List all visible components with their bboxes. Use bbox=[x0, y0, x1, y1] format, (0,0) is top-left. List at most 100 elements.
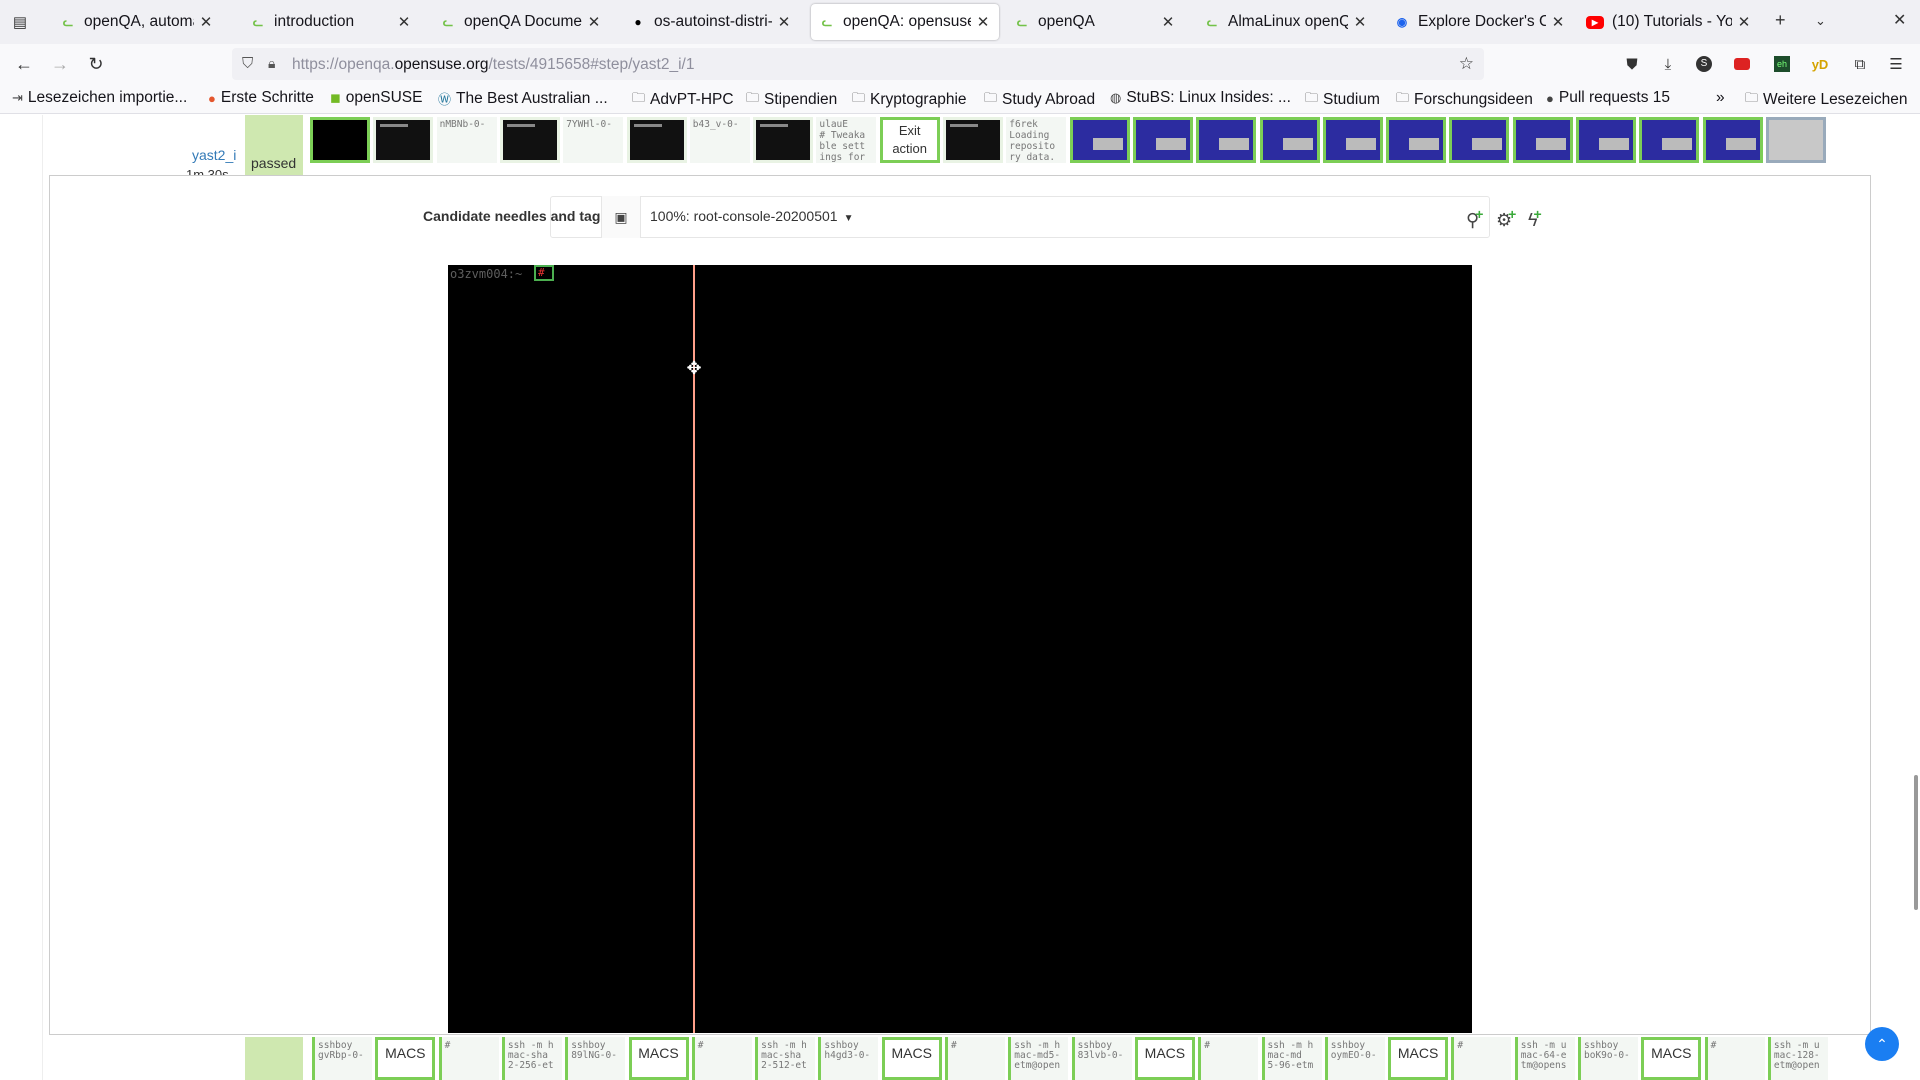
skype-extension-icon[interactable]: S bbox=[1694, 54, 1714, 74]
step-screenshot-thumbnail[interactable] bbox=[1639, 117, 1700, 163]
step-text-thumbnail[interactable]: nMBNb-0- bbox=[436, 117, 497, 163]
step-screenshot-thumbnail[interactable] bbox=[1196, 117, 1257, 163]
browser-tab[interactable]: ● os-autoinst-distri-o ✕ bbox=[622, 4, 800, 40]
bookmark-item[interactable]: ⇥ Lesezeichen importie... bbox=[12, 89, 187, 107]
needle-match-area[interactable]: # bbox=[534, 265, 554, 281]
create-needle-icon[interactable]: ⚲+ bbox=[1466, 206, 1483, 231]
pocket-icon[interactable]: ⛊ bbox=[1622, 54, 1642, 74]
step-screenshot-thumbnail[interactable] bbox=[1702, 117, 1763, 163]
new-tab-icon[interactable]: + bbox=[1775, 10, 1786, 31]
step-screenshot-thumbnail[interactable] bbox=[499, 117, 560, 163]
close-tab-icon[interactable]: ✕ bbox=[776, 13, 792, 31]
step-text-thumbnail[interactable]: # bbox=[945, 1037, 1005, 1080]
back-arrow-icon[interactable]: ← bbox=[10, 50, 38, 78]
bookmark-star-icon[interactable]: ☆ bbox=[1459, 54, 1474, 74]
step-action-thumbnail[interactable]: Exit action bbox=[879, 117, 940, 163]
step-screenshot-thumbnail[interactable] bbox=[1449, 117, 1510, 163]
bookmark-item[interactable]: 🗀︎ Weitere Lesezeichen bbox=[1745, 89, 1907, 111]
extensions-puzzle-icon[interactable]: ⧉ bbox=[1850, 54, 1870, 74]
browser-tab[interactable]: ᓚ introduction ✕ bbox=[242, 4, 420, 40]
step-macs-thumbnail[interactable]: MACS bbox=[1134, 1037, 1195, 1080]
move-cursor-icon[interactable]: ✥ bbox=[684, 358, 704, 378]
step-text-thumbnail[interactable]: ulauE # Tweaka ble sett ings for bbox=[816, 117, 877, 163]
step-screenshot-thumbnail[interactable] bbox=[1259, 117, 1320, 163]
step-macs-thumbnail[interactable]: MACS bbox=[628, 1037, 689, 1080]
url-text[interactable]: https://openqa.opensuse.org/tests/491565… bbox=[292, 56, 694, 74]
bookmark-item[interactable]: ● Pull requests 15 bbox=[1546, 89, 1670, 107]
step-screenshot-thumbnail[interactable] bbox=[1576, 117, 1636, 163]
step-text-thumbnail[interactable]: # bbox=[438, 1037, 499, 1080]
step-text-thumbnail[interactable]: sshboy 89lNG-0- bbox=[565, 1037, 626, 1080]
step-text-thumbnail[interactable]: ssh -m h mac-sha 2-512-et bbox=[755, 1037, 816, 1080]
step-screenshot-thumbnail[interactable] bbox=[1132, 117, 1193, 163]
step-screenshot-thumbnail[interactable] bbox=[310, 117, 370, 163]
step-text-thumbnail[interactable]: ssh -m h mac-md5- etm@open bbox=[1008, 1037, 1069, 1080]
bookmark-item[interactable]: ◼ openSUSE bbox=[330, 89, 423, 107]
candidate-needle-selected[interactable]: 100%: root-console-20200501 bbox=[650, 208, 838, 224]
bookmark-item[interactable]: 🗀︎ Stipendien bbox=[746, 89, 837, 111]
step-screenshot-thumbnail[interactable] bbox=[1512, 117, 1573, 163]
step-screenshot-thumbnail[interactable] bbox=[943, 117, 1003, 163]
bookmark-item[interactable]: ◍ StuBS: Linux Insides: ... bbox=[1110, 89, 1291, 107]
step-text-thumbnail[interactable]: # bbox=[1198, 1037, 1259, 1080]
browser-tab[interactable]: ᓚ openQA ✕ bbox=[1006, 4, 1184, 40]
candidate-needle-dropdown[interactable]: 100%: root-console-20200501 ▼ bbox=[650, 208, 853, 224]
step-macs-thumbnail[interactable]: MACS bbox=[881, 1037, 942, 1080]
bookmark-item[interactable]: 🗀︎ Studium bbox=[1305, 89, 1380, 111]
close-tab-icon[interactable]: ✕ bbox=[1736, 13, 1752, 31]
bookmark-item[interactable]: 🗀︎ AdvPT-HPC bbox=[632, 89, 734, 111]
tab-list-icon[interactable]: ▤ bbox=[8, 10, 32, 34]
step-text-thumbnail[interactable]: # bbox=[1704, 1037, 1765, 1080]
close-tab-icon[interactable]: ✕ bbox=[586, 13, 602, 31]
close-tab-icon[interactable]: ✕ bbox=[1160, 13, 1176, 31]
browser-tab[interactable]: ᓚ openQA Documentation✕ bbox=[432, 4, 610, 40]
step-text-thumbnail[interactable]: sshboy h4gd3-0- bbox=[818, 1037, 879, 1080]
step-screenshot-thumbnail[interactable] bbox=[1069, 117, 1130, 163]
caret-down-icon[interactable]: ▼ bbox=[844, 213, 854, 224]
step-text-thumbnail[interactable]: ssh -m h mac-sha 2-256-et bbox=[501, 1037, 562, 1080]
step-text-thumbnail[interactable]: sshboy gvRbp-0- bbox=[312, 1037, 372, 1080]
close-window-icon[interactable]: ✕ bbox=[1893, 10, 1906, 30]
step-macs-thumbnail[interactable]: MACS bbox=[375, 1037, 436, 1080]
browser-tab[interactable]: ᓚ AlmaLinux openQA✕ bbox=[1196, 4, 1376, 40]
youtube-extension-icon[interactable] bbox=[1732, 54, 1752, 74]
step-text-thumbnail[interactable]: # bbox=[691, 1037, 752, 1080]
restart-icon[interactable]: ϟ+ bbox=[1528, 206, 1542, 231]
page-scrollbar[interactable] bbox=[1914, 775, 1918, 910]
browser-tab[interactable]: ◉ Explore Docker's C ✕ bbox=[1386, 4, 1574, 40]
comparison-divider[interactable] bbox=[693, 265, 695, 1033]
step-text-thumbnail[interactable]: # bbox=[1451, 1037, 1512, 1080]
step-screenshot-thumbnail[interactable] bbox=[626, 117, 687, 163]
step-text-thumbnail[interactable]: f6rek Loading reposito ry data. bbox=[1006, 117, 1067, 163]
step-screenshot-thumbnail[interactable] bbox=[1386, 117, 1447, 163]
bookmark-item[interactable]: 🗀︎ Forschungsideen bbox=[1396, 89, 1533, 111]
step-text-thumbnail[interactable]: sshboy boK9o-0- bbox=[1578, 1037, 1638, 1080]
step-text-thumbnail[interactable]: 7YWHl-0- bbox=[563, 117, 624, 163]
bookmark-item[interactable]: 🗀︎ Kryptographie bbox=[852, 89, 967, 111]
step-text-thumbnail[interactable]: sshboy 83lvb-0- bbox=[1071, 1037, 1132, 1080]
browser-tab[interactable]: ▶ (10) Tutorials - You ✕ bbox=[1578, 4, 1760, 40]
more-bookmarks-chevron-icon[interactable]: » bbox=[1716, 89, 1725, 107]
forward-arrow-icon[interactable]: → bbox=[46, 50, 74, 78]
close-tab-icon[interactable]: ✕ bbox=[975, 13, 991, 31]
browser-tab[interactable]: ᓚ openQA, automated✕ bbox=[52, 4, 222, 40]
bookmark-item[interactable]: Ⓦ The Best Australian ... bbox=[438, 89, 608, 108]
step-screenshot-thumbnail[interactable] bbox=[373, 117, 434, 163]
close-tab-icon[interactable]: ✕ bbox=[1352, 13, 1368, 31]
terminal-extension-icon[interactable]: eh bbox=[1772, 54, 1792, 74]
step-macs-thumbnail[interactable]: MACS bbox=[1388, 1037, 1449, 1080]
step-screenshot-thumbnail[interactable] bbox=[1322, 117, 1383, 163]
close-tab-icon[interactable]: ✕ bbox=[396, 13, 412, 31]
reload-icon[interactable]: ↻ bbox=[82, 50, 110, 78]
step-text-thumbnail[interactable]: ssh -m u mac-64-e tm@opens bbox=[1514, 1037, 1575, 1080]
lock-icon[interactable]: 🔒︎ bbox=[268, 55, 275, 72]
step-text-thumbnail[interactable]: b43_v-0- bbox=[689, 117, 750, 163]
address-bar[interactable]: ⛉ 🔒︎ https://openqa.opensuse.org/tests/4… bbox=[232, 48, 1484, 80]
shield-icon[interactable]: ⛉ bbox=[242, 55, 253, 72]
bookmark-item[interactable]: ● Erste Schritte bbox=[208, 89, 314, 107]
image-icon[interactable]: ▣ bbox=[601, 196, 641, 238]
module-name-link[interactable]: yast2_i bbox=[192, 147, 236, 163]
bookmark-item[interactable]: 🗀︎ Study Abroad bbox=[984, 89, 1095, 111]
close-tab-icon[interactable]: ✕ bbox=[1550, 13, 1566, 31]
browser-tab[interactable]: ᓚ openQA: opensuse ✕ bbox=[811, 4, 999, 40]
